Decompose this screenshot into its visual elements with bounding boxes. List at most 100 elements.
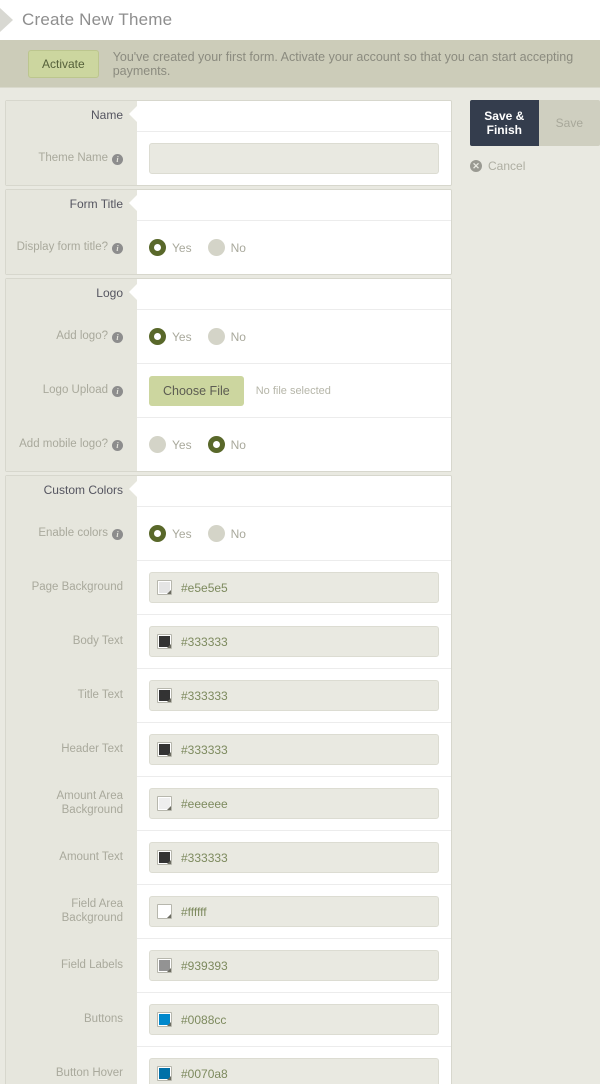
row-label-text: Logo Upload (42, 383, 108, 396)
theme-name-input[interactable] (149, 143, 439, 174)
color-swatch-icon (157, 1012, 172, 1027)
row-label-cell: Amount Area Background (6, 776, 137, 830)
row-label-add-logo: Add logo? i (56, 329, 123, 343)
row-field: Choose File No file selected (137, 363, 451, 417)
color-swatch-fill (159, 960, 170, 971)
radio-no-indicator (207, 525, 225, 542)
row-field: Yes No (137, 220, 451, 274)
color-picker-field-labels[interactable]: #939393 (149, 950, 439, 981)
row-label-text: Amount Text (59, 850, 123, 863)
row-label-cell: Title Text (6, 668, 137, 722)
file-status-text: No file selected (255, 384, 331, 397)
section-header-label: Name (90, 108, 123, 122)
row-field: #939393 (137, 938, 451, 992)
color-picker-header-text[interactable]: #333333 (149, 734, 439, 765)
color-swatch-fill (159, 636, 170, 647)
radio-option-yes[interactable]: Yes (149, 436, 192, 453)
row-label-cell: Logo Upload i (6, 363, 137, 417)
row-label-header-text: Header Text (61, 742, 123, 756)
row-field: #333333 (137, 614, 451, 668)
form-row: Title Text #333333 (6, 668, 451, 722)
row-label-cell: Field Area Background (6, 884, 137, 938)
row-label-cell: Enable colors i (6, 506, 137, 560)
color-picker-title-text[interactable]: #333333 (149, 680, 439, 711)
activate-banner: Activate You've created your first form.… (0, 40, 600, 88)
section-header-label-cell: Form Title (6, 190, 137, 220)
info-icon[interactable]: i (112, 331, 123, 343)
color-swatch-icon (157, 850, 172, 865)
row-label-text: Enable colors (38, 526, 108, 539)
form-row: Header Text #333333 (6, 722, 451, 776)
radio-option-no[interactable]: No (207, 525, 246, 542)
color-swatch-fill (159, 582, 170, 593)
color-swatch-fill (159, 906, 170, 917)
color-value-text: #0070a8 (181, 1066, 228, 1081)
save-and-finish-button[interactable]: Save & Finish (470, 100, 539, 146)
color-value-text: #333333 (181, 742, 228, 757)
row-label-page-background: Page Background (32, 580, 123, 594)
radio-option-yes[interactable]: Yes (149, 525, 192, 542)
form-row: Field Labels #939393 (6, 938, 451, 992)
info-icon[interactable]: i (112, 439, 123, 451)
row-field: #333333 (137, 722, 451, 776)
info-icon[interactable]: i (112, 528, 123, 540)
row-label-buttons: Buttons (84, 1012, 123, 1026)
color-picker-body-text[interactable]: #333333 (149, 626, 439, 657)
section-header-label-cell: Name (6, 101, 137, 131)
row-field: #ffffff (137, 884, 451, 938)
notch-icon (129, 481, 137, 497)
color-swatch-fill (159, 744, 170, 755)
form-row: Amount Area Background #eeeeee (6, 776, 451, 830)
section-header-row: Form Title (6, 190, 451, 220)
color-swatch-fill (159, 1014, 170, 1025)
info-icon[interactable]: i (112, 242, 123, 254)
radio-option-no[interactable]: No (207, 328, 246, 345)
row-label-theme-name: Theme Name i (38, 151, 123, 165)
radio-option-yes[interactable]: Yes (149, 328, 192, 345)
row-label-body-text: Body Text (73, 634, 123, 648)
banner-message: You've created your first form. Activate… (112, 49, 574, 78)
radio-option-no[interactable]: No (207, 239, 246, 256)
activate-button[interactable]: Activate (28, 49, 99, 78)
row-field: #333333 (137, 668, 451, 722)
section-header-row: Name (6, 101, 451, 131)
color-picker-buttons[interactable]: #0088cc (149, 1004, 439, 1035)
radio-group-display-form-title: Yes No (149, 239, 258, 256)
row-label-text: Add mobile logo? (19, 437, 108, 450)
row-label-text: Buttons (84, 1012, 123, 1025)
row-label-cell: Theme Name i (6, 131, 137, 185)
color-picker-page-background[interactable]: #e5e5e5 (149, 572, 439, 603)
color-picker-amount-text[interactable]: #333333 (149, 842, 439, 873)
color-picker-amount-area-background[interactable]: #eeeeee (149, 788, 439, 819)
row-label-text: Add logo? (56, 329, 108, 342)
section-header-field (137, 476, 451, 506)
radio-option-yes[interactable]: Yes (149, 239, 192, 256)
choose-file-button[interactable]: Choose File (149, 375, 244, 406)
section-header-field (137, 101, 451, 131)
row-field: Yes No (137, 506, 451, 560)
row-label-cell: Buttons (6, 992, 137, 1046)
form-section: Form Title Display form title? i Yes No (5, 189, 452, 275)
color-swatch-icon (157, 904, 172, 919)
radio-option-no[interactable]: No (207, 436, 246, 453)
info-icon[interactable]: i (112, 385, 123, 397)
color-value-text: #e5e5e5 (181, 580, 228, 595)
color-value-text: #eeeeee (181, 796, 228, 811)
action-buttons: Save & Finish Save (470, 100, 600, 146)
save-button[interactable]: Save (538, 100, 600, 146)
row-field: #e5e5e5 (137, 560, 451, 614)
info-icon[interactable]: i (112, 153, 123, 165)
section-header-label: Logo (96, 286, 123, 300)
row-label-text: Header Text (61, 742, 123, 755)
row-label-enable-colors: Enable colors i (38, 526, 123, 540)
cancel-link[interactable]: ✕ Cancel (470, 159, 600, 173)
close-circle-icon: ✕ (470, 160, 482, 172)
row-field: #0070a8 (137, 1046, 451, 1084)
page-body: Name Theme Name i Form Title Display form ti… (0, 88, 600, 1084)
color-swatch-icon (157, 634, 172, 649)
row-field: #0088cc (137, 992, 451, 1046)
color-picker-button-hover[interactable]: #0070a8 (149, 1058, 439, 1084)
color-picker-field-area-background[interactable]: #ffffff (149, 896, 439, 927)
action-panel: Save & Finish Save ✕ Cancel (452, 100, 600, 1084)
section-header-label: Form Title (69, 197, 123, 211)
